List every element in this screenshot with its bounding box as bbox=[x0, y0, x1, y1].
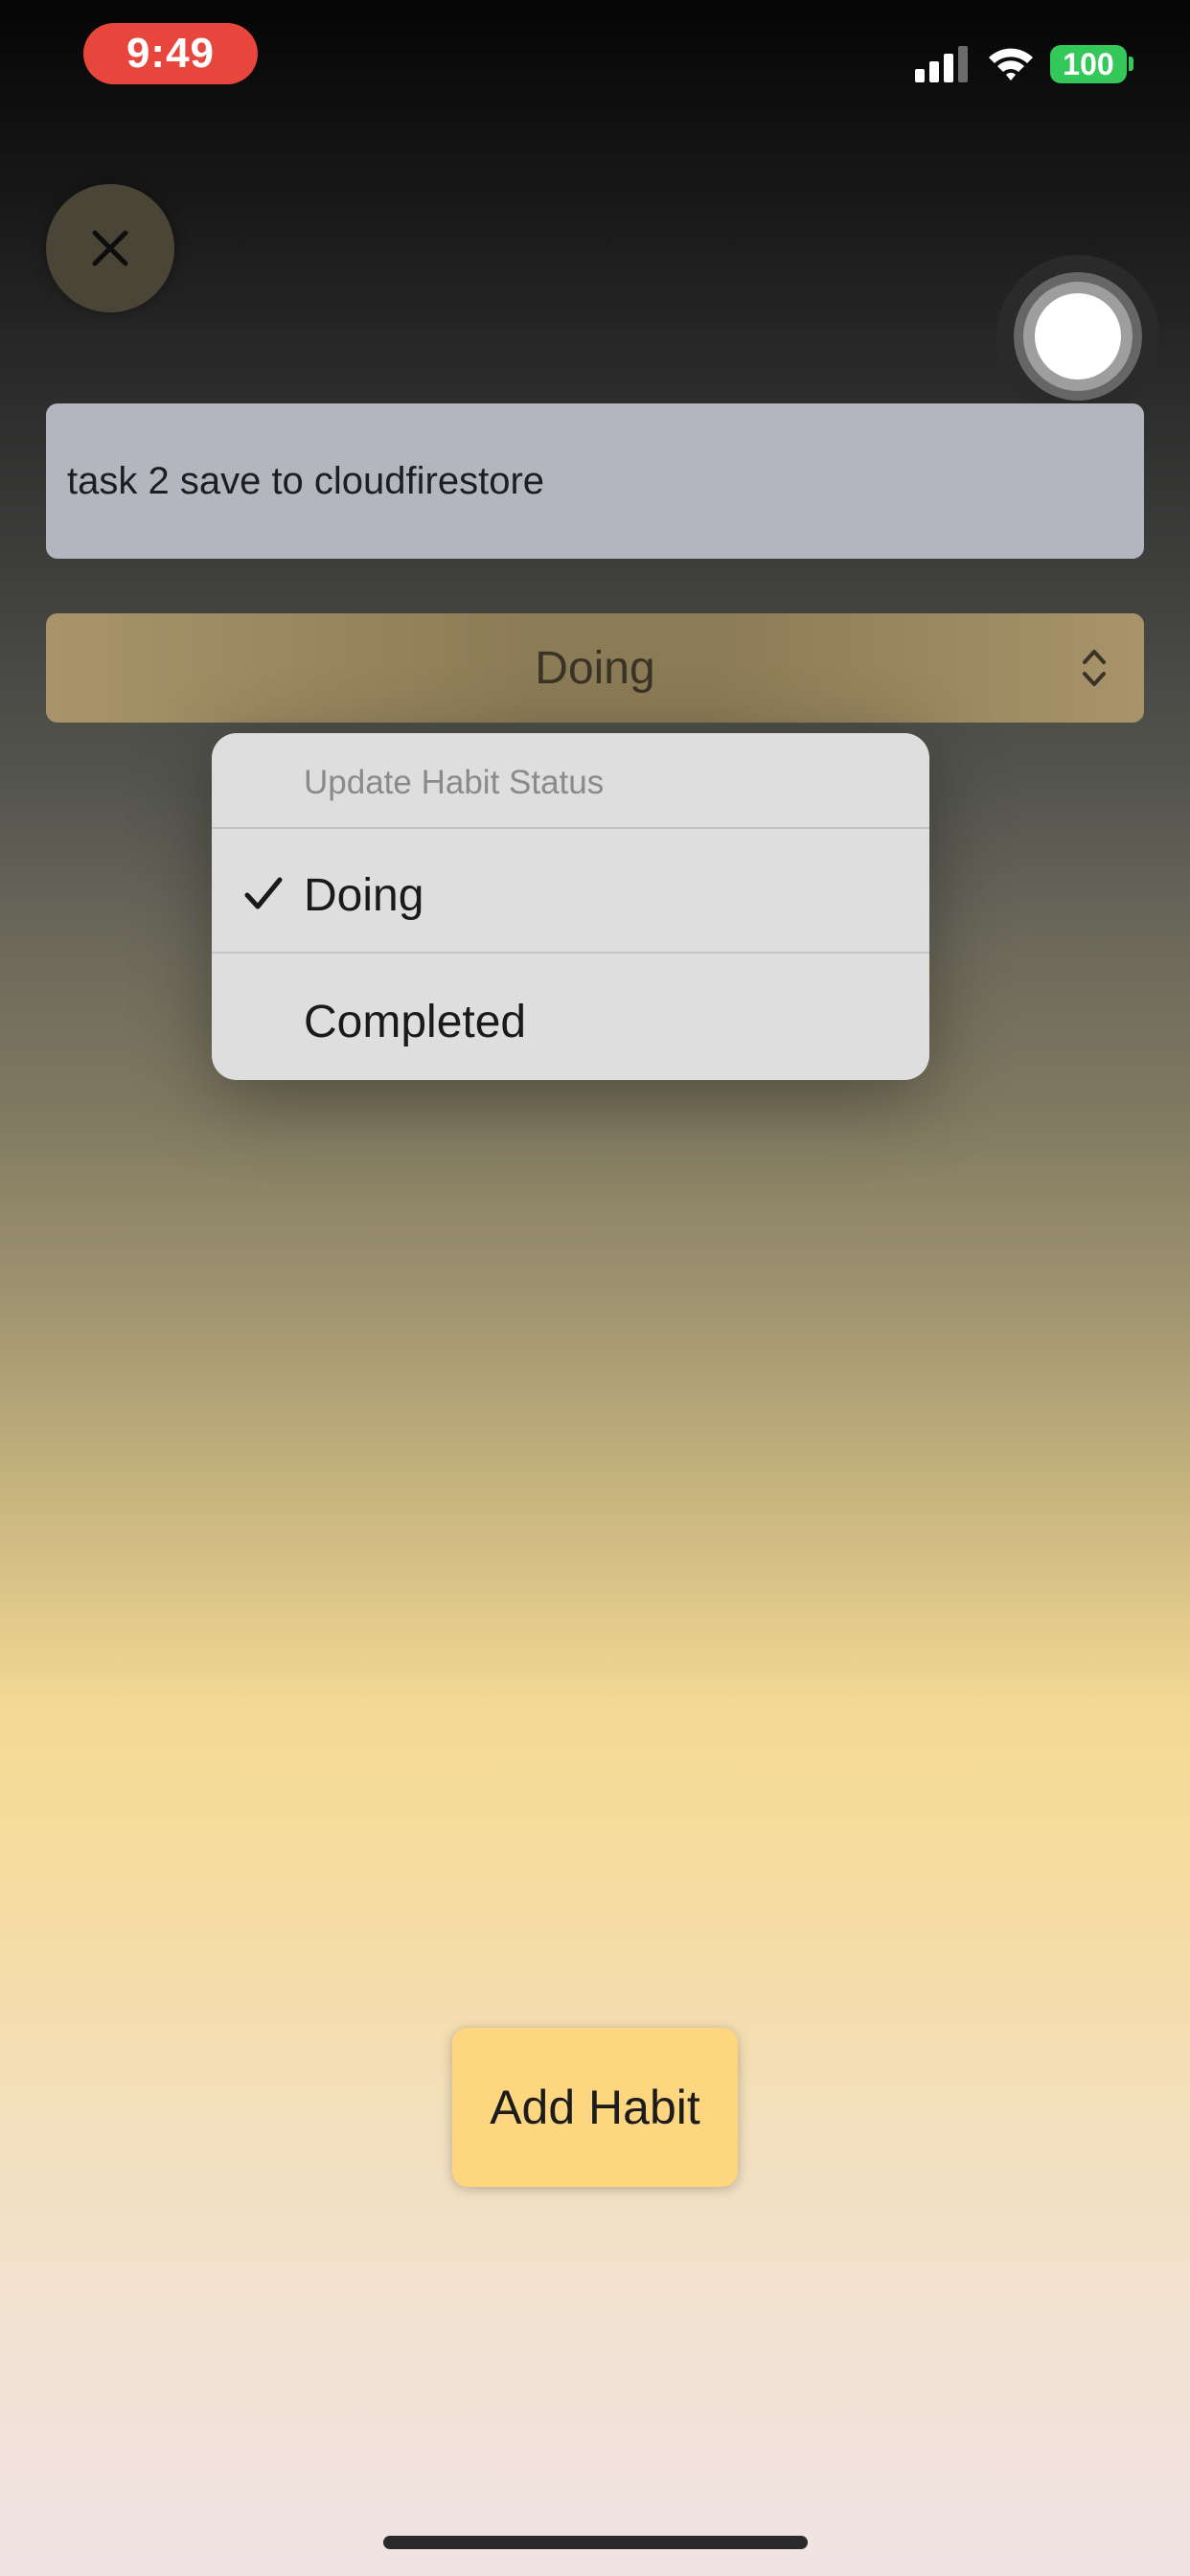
battery-nub bbox=[1129, 57, 1133, 71]
status-picker[interactable]: Doing bbox=[46, 613, 1144, 723]
status-picker-value: Doing bbox=[535, 642, 655, 694]
chevron-updown-icon bbox=[1083, 650, 1106, 686]
assistive-touch-icon bbox=[1014, 272, 1142, 401]
status-bar-time: 9:49 bbox=[83, 23, 258, 84]
close-icon bbox=[92, 230, 128, 266]
cellular-signal-icon bbox=[915, 46, 968, 82]
close-button[interactable] bbox=[46, 184, 174, 312]
add-habit-button[interactable]: Add Habit bbox=[452, 2028, 738, 2187]
menu-item-completed[interactable]: Completed bbox=[212, 955, 929, 1080]
wifi-icon bbox=[989, 48, 1033, 80]
checkmark-icon bbox=[244, 877, 283, 909]
menu-item-doing[interactable]: Doing bbox=[212, 829, 929, 954]
menu-header: Update Habit Status bbox=[212, 733, 929, 829]
assistive-touch-button[interactable] bbox=[996, 255, 1159, 418]
menu-item-label: Completed bbox=[304, 997, 527, 1047]
home-indicator[interactable] bbox=[383, 2536, 808, 2549]
menu-item-label: Doing bbox=[304, 870, 424, 921]
habit-name-field[interactable] bbox=[46, 403, 1144, 559]
battery-indicator: 100 bbox=[1050, 45, 1127, 83]
status-menu: Update Habit Status Doing Completed bbox=[212, 733, 929, 1080]
menu-title: Update Habit Status bbox=[304, 764, 605, 801]
